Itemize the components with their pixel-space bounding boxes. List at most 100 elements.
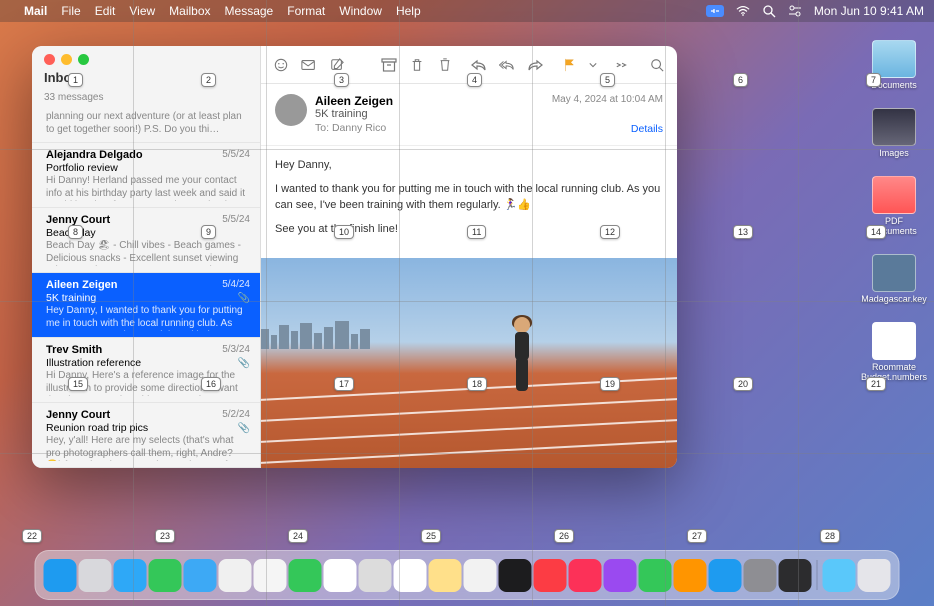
menu-format[interactable]: Format [287, 4, 325, 18]
dock-app-iphone-mirror[interactable] [779, 559, 812, 592]
desktop-item-keynote[interactable]: Madagascar.key [864, 254, 924, 304]
msg-subject: Reunion road trip pics [46, 422, 148, 434]
grid-label: 23 [155, 529, 175, 543]
menu-bar: Mail File Edit View Mailbox Message Form… [0, 0, 934, 22]
message-row[interactable]: Jenny Court 5/2/24 Reunion road trip pics… [32, 403, 260, 468]
menu-message[interactable]: Message [225, 4, 274, 18]
dock-app-pages[interactable] [674, 559, 707, 592]
zoom-window-button[interactable] [78, 54, 89, 65]
dock-app-photos[interactable] [254, 559, 287, 592]
desktop-item-numbers[interactable]: Roommate Budget.numbers [864, 322, 924, 382]
spotlight-icon[interactable] [762, 4, 776, 18]
dock-app-appstore[interactable] [709, 559, 742, 592]
dock-app-music[interactable] [534, 559, 567, 592]
message-list[interactable]: planning our next adventure (or at least… [32, 109, 260, 468]
mail-window: Inbox 33 messages planning our next adve… [32, 46, 677, 468]
flag-icon[interactable] [561, 58, 577, 72]
dock-app-notes[interactable] [429, 559, 462, 592]
msg-date: 5/2/24 [222, 409, 250, 421]
grid-label: 27 [687, 529, 707, 543]
junk-icon[interactable] [437, 58, 453, 72]
dock-app-maps[interactable] [219, 559, 252, 592]
msg-preview: Hi Danny! Herland passed me your contact… [46, 175, 250, 201]
dock-app-reminders[interactable] [394, 559, 427, 592]
menu-datetime[interactable]: Mon Jun 10 9:41 AM [814, 4, 924, 18]
message-snippet-prev: planning our next adventure (or at least… [32, 109, 260, 143]
message-row[interactable]: Alejandra Delgado5/5/24 Portfolio review… [32, 143, 260, 208]
dock-app-safari[interactable] [114, 559, 147, 592]
dock-app-numbers-dock[interactable] [639, 559, 672, 592]
menu-mailbox[interactable]: Mailbox [169, 4, 210, 18]
dock-app-news[interactable] [569, 559, 602, 592]
menu-window[interactable]: Window [339, 4, 382, 18]
grid-label: 24 [288, 529, 308, 543]
msg-from: Trev Smith [46, 344, 102, 356]
msg-from: Jenny Court [46, 214, 110, 226]
msg-subject: Illustration reference [46, 357, 141, 369]
dock-app-mail[interactable] [184, 559, 217, 592]
reply-icon[interactable] [471, 58, 487, 72]
message-row[interactable]: Aileen Zeigen5/4/24 5K training📎 Hey Dan… [32, 273, 260, 338]
msg-subject: Beach day [46, 227, 96, 239]
desktop-item-pdf[interactable]: PDF Documents [864, 176, 924, 236]
message-count: 33 messages [44, 92, 103, 103]
body-para1: I wanted to thank you for putting me in … [275, 182, 663, 214]
runner-figure [502, 317, 544, 427]
compose-icon[interactable] [329, 58, 345, 72]
msg-from: Jenny Court [46, 409, 110, 421]
message-row[interactable]: Jenny Court5/5/24 Beach day Beach Day 🏖 … [32, 208, 260, 273]
dock-app-launchpad[interactable] [79, 559, 112, 592]
desktop-item-documents[interactable]: Documents [864, 40, 924, 90]
msg-subject: Portfolio review [46, 162, 118, 174]
forward-icon[interactable] [527, 58, 543, 72]
app-name[interactable]: Mail [24, 4, 47, 18]
minimize-window-button[interactable] [61, 54, 72, 65]
reply-all-icon[interactable] [499, 58, 515, 72]
compose-new-icon[interactable] [301, 58, 317, 72]
dock-trash[interactable] [858, 559, 891, 592]
msg-preview: Hey Danny, I wanted to thank you for put… [46, 305, 250, 331]
message-header: Aileen Zeigen 5K training To: Danny Rico… [261, 84, 677, 146]
grid-label: 20 [733, 377, 753, 391]
dock-app-facetime[interactable] [289, 559, 322, 592]
desktop-item-images[interactable]: Images [864, 108, 924, 158]
msg-from: Aileen Zeigen [46, 279, 118, 291]
message-content-pane: Aileen Zeigen 5K training To: Danny Rico… [261, 46, 677, 468]
attachment-icon: 📎 [238, 358, 250, 369]
wifi-icon[interactable] [736, 4, 750, 18]
grid-label: 22 [22, 529, 42, 543]
dock-app-messages[interactable] [149, 559, 182, 592]
grid-label: 28 [820, 529, 840, 543]
dock-app-podcasts[interactable] [604, 559, 637, 592]
trash-icon[interactable] [409, 58, 425, 72]
msg-preview: Hey, y'all! Here are my selects (that's … [46, 435, 250, 461]
dock-app-finder[interactable] [44, 559, 77, 592]
more-icon[interactable] [615, 58, 631, 72]
menu-file[interactable]: File [61, 4, 80, 18]
emoji-icon[interactable] [273, 58, 289, 72]
chevron-down-icon[interactable] [589, 58, 597, 72]
dock-app-calendar[interactable] [324, 559, 357, 592]
dock-app-settings[interactable] [744, 559, 777, 592]
dock-app-tv[interactable] [499, 559, 532, 592]
grid-label: 13 [733, 225, 753, 239]
control-center-icon[interactable] [788, 4, 802, 18]
dock-app-freeform[interactable] [464, 559, 497, 592]
close-window-button[interactable] [44, 54, 55, 65]
archive-icon[interactable] [381, 58, 397, 72]
menu-help[interactable]: Help [396, 4, 421, 18]
to-label: To: [315, 122, 329, 134]
dock-app-contacts[interactable] [359, 559, 392, 592]
msg-date: 5/5/24 [222, 149, 250, 161]
dock-downloads[interactable] [823, 559, 856, 592]
search-icon[interactable] [649, 58, 665, 72]
msg-date: 5/4/24 [222, 279, 250, 291]
dock [35, 550, 900, 600]
details-link[interactable]: Details [631, 123, 663, 135]
desktop-icons: Documents Images PDF Documents Madagasca… [864, 40, 924, 382]
menu-view[interactable]: View [129, 4, 155, 18]
body-para2: See you at the finish line! [275, 222, 663, 238]
menu-edit[interactable]: Edit [95, 4, 116, 18]
message-row[interactable]: Trev Smith5/3/24 Illustration reference📎… [32, 338, 260, 403]
screen-share-icon[interactable] [706, 5, 724, 17]
